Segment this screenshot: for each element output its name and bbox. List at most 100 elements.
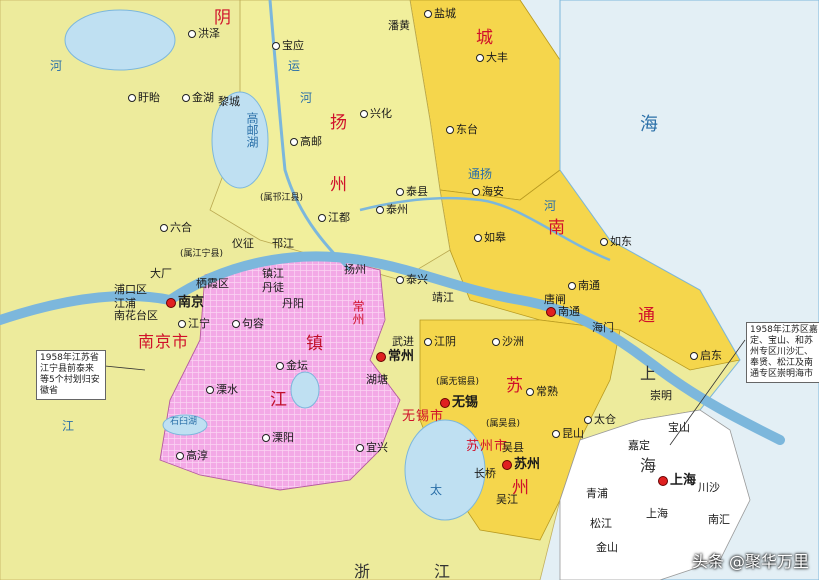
note-left: 1958年江苏省江宁县前泰来等5个村划归安徽省	[36, 350, 106, 400]
place-qidong: 启东	[690, 350, 722, 361]
place-xuyi: 盱眙	[128, 92, 160, 103]
place-dantu: 丹徒	[262, 281, 284, 294]
place-gaoyou: 高邮	[290, 136, 322, 147]
place-taixian: 泰县	[396, 186, 428, 197]
place-nantong-city: 南通	[546, 306, 580, 317]
place-songjiang: 松江	[590, 517, 612, 530]
place-jiading: 嘉定	[628, 439, 650, 452]
place-qixia: 栖霞区	[196, 277, 229, 290]
place-lihua: 黎城	[218, 95, 240, 108]
place-marker	[232, 320, 240, 328]
place-changzhou: 常州	[376, 350, 414, 363]
place-marker	[584, 416, 592, 424]
place-kunshan: 昆山	[552, 428, 584, 439]
region-label-zhen: 镇	[306, 334, 324, 354]
place-wuxi: 无锡	[440, 396, 478, 409]
bracket-note: (属邗江县)	[260, 193, 304, 203]
place-hanjiang: 邗江	[272, 237, 294, 250]
place-haimen: 海门	[592, 321, 614, 334]
note-right: 1958年江苏区嘉定、宝山、和苏州专区川沙汇、奉贤、松江及南通专区崇明海市	[746, 322, 819, 383]
city-marker	[546, 307, 556, 317]
place-changshu: 常熟	[526, 386, 558, 397]
place-marker	[446, 126, 454, 134]
water-label: 江	[62, 419, 75, 433]
place-marker	[396, 188, 404, 196]
big-label-shang: 上	[640, 364, 657, 383]
place-shazhou: 沙洲	[492, 336, 524, 347]
region-label-changzhou: 常州	[351, 300, 365, 326]
place-nanhui: 南汇	[708, 513, 730, 526]
place-marker	[492, 338, 500, 346]
watermark: 头条 @聚华万里	[691, 552, 809, 571]
place-marker	[262, 434, 270, 442]
region-label-wuxishi: 无锡市	[402, 409, 445, 424]
water-label: 高邮湖	[245, 112, 259, 148]
place-changjiang: 长桥	[474, 467, 496, 480]
place-yizheng: 仪征	[232, 237, 254, 250]
place-yixing: 宜兴	[356, 442, 388, 453]
place-marker	[600, 238, 608, 246]
place-taizhou: 泰州	[376, 204, 408, 215]
region-label-nan: 南	[548, 218, 566, 238]
place-taicang: 太仓	[584, 414, 616, 425]
region-label-tong: 通	[638, 306, 656, 326]
place-marker	[424, 338, 432, 346]
place-panhuang: 潘黄	[388, 19, 410, 32]
place-shanghai: 上海	[658, 474, 696, 487]
place-marker	[356, 444, 364, 452]
place-wujiang: 吴江	[496, 493, 518, 506]
place-suzhou: 苏州	[502, 458, 540, 471]
place-yuhua: 南花台区	[114, 309, 158, 322]
region-label-cheng: 城	[476, 28, 494, 48]
capital-marker	[166, 297, 176, 308]
place-dongtai: 东台	[446, 124, 478, 135]
place-marker	[568, 282, 576, 290]
place-chongming: 崇明	[650, 389, 672, 402]
place-haian: 海安	[472, 186, 504, 197]
water-label: 太	[430, 483, 443, 497]
place-danyang: 丹阳	[282, 297, 304, 310]
place-nantong: 南通	[568, 280, 600, 291]
place-chuansha: 川沙	[698, 481, 720, 494]
place-marker	[526, 388, 534, 396]
place-qingpu: 青浦	[586, 487, 608, 500]
water-label: 河	[544, 199, 557, 213]
place-jinhu: 金湖	[182, 92, 214, 103]
place-dachang: 大厂	[150, 267, 172, 280]
place-jintan: 金坛	[276, 360, 308, 371]
place-marker	[272, 42, 280, 50]
place-liyang: 溧阳	[262, 432, 294, 443]
region-label-yang: 扬	[330, 113, 348, 133]
place-marker	[182, 94, 190, 102]
place-jiangyin: 江阴	[424, 336, 456, 347]
gehu-lake	[290, 371, 320, 409]
place-marker	[360, 110, 368, 118]
water-label: 运	[288, 59, 301, 73]
place-marker	[424, 10, 432, 18]
water-label: 河	[50, 59, 63, 73]
city-marker	[502, 459, 512, 470]
place-marker	[206, 386, 214, 394]
city-marker	[658, 475, 668, 486]
place-marker	[690, 352, 698, 360]
place-marker	[318, 214, 326, 222]
place-marker	[178, 320, 186, 328]
big-label-jiang: 江	[434, 562, 451, 580]
sea-label: 海	[640, 114, 658, 135]
city-marker	[376, 351, 386, 362]
place-liuhe: 六合	[160, 222, 192, 233]
place-shanghaixian: 上海	[646, 507, 668, 520]
place-hongze: 洪泽	[188, 28, 220, 39]
place-jiangpu: 江浦	[114, 297, 136, 310]
place-jinshan: 金山	[596, 541, 618, 554]
place-marker	[476, 54, 484, 62]
bracket-note: (属无锡县)	[436, 377, 480, 387]
place-marker	[176, 452, 184, 460]
place-baoying: 宝应	[272, 40, 304, 51]
place-gaochun: 高淳	[176, 450, 208, 461]
water-label: 石臼湖	[170, 417, 198, 427]
place-zhenjiang: 镇江	[262, 267, 284, 280]
place-xinghua: 兴化	[360, 108, 392, 119]
place-jurong: 句容	[232, 318, 264, 329]
place-rudong: 如东	[600, 236, 632, 247]
